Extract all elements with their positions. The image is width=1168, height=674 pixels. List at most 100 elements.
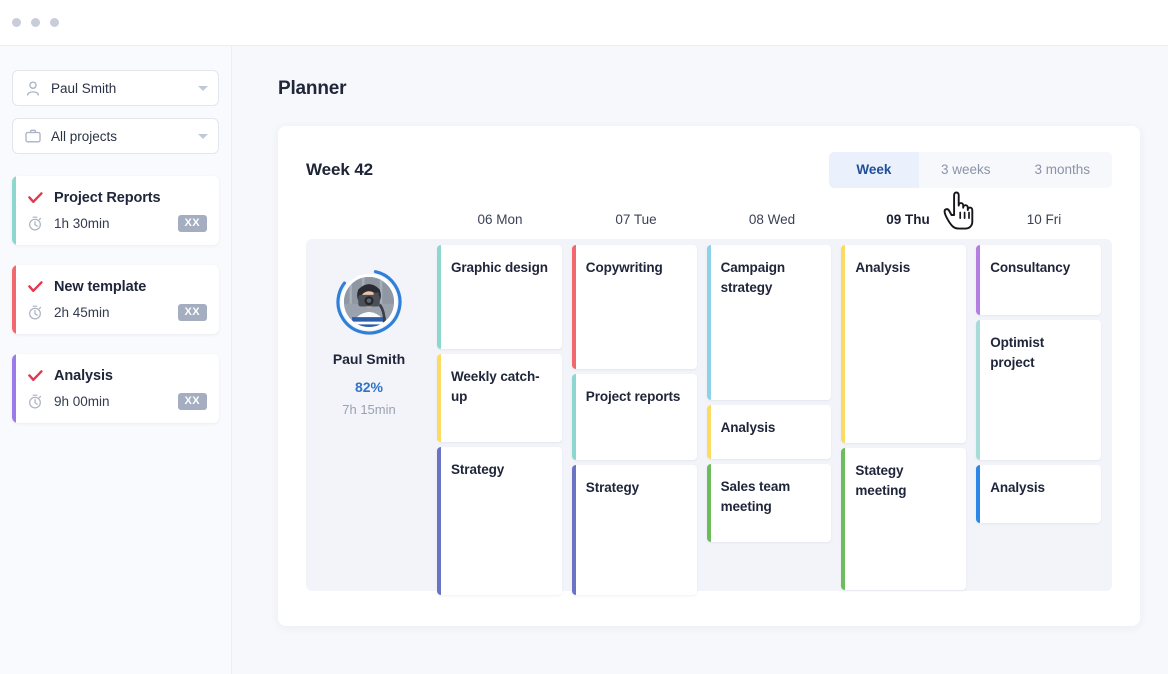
tab-3-weeks[interactable]: 3 weeks — [919, 152, 1013, 188]
task-title: New template — [54, 279, 146, 295]
check-icon — [28, 370, 44, 382]
event-card[interactable]: Consultancy — [976, 245, 1101, 315]
event-color-bar — [841, 448, 845, 590]
event-title: Copywriting — [586, 258, 687, 278]
task-card-list: Project Reports 1h 30min XX — [12, 176, 219, 423]
event-color-bar — [707, 405, 711, 459]
user-select-value: Paul Smith — [51, 81, 198, 96]
event-title: Campaign strategy — [721, 258, 822, 297]
day-header-spacer — [306, 212, 432, 227]
event-card[interactable]: Stategy meeting — [841, 448, 966, 590]
day-columns: Graphic design Weekly catch-up Strategy — [432, 239, 1112, 591]
event-color-bar — [572, 374, 576, 460]
profile-percent: 82% — [355, 379, 383, 395]
event-color-bar — [976, 245, 980, 315]
event-card[interactable]: Strategy — [572, 465, 697, 595]
planner-panel: Week 42 Week 3 weeks 3 months 06 Mon 07 … — [278, 126, 1140, 626]
page-title: Planner — [278, 78, 1140, 100]
event-card[interactable]: Analysis — [707, 405, 832, 459]
event-color-bar — [437, 245, 441, 349]
event-card[interactable]: Campaign strategy — [707, 245, 832, 400]
task-card-meta: 1h 30min XX — [28, 215, 207, 232]
status-badge[interactable]: XX — [178, 304, 207, 321]
task-title: Analysis — [54, 368, 113, 384]
event-card[interactable]: Analysis — [841, 245, 966, 443]
project-select[interactable]: All projects — [12, 118, 219, 154]
day-header-wed: 08 Wed — [704, 212, 840, 227]
event-color-bar — [437, 447, 441, 595]
range-tabs: Week 3 weeks 3 months — [829, 152, 1112, 188]
day-column-mon: Graphic design Weekly catch-up Strategy — [432, 245, 567, 585]
event-title: Strategy — [586, 478, 687, 498]
task-accent-bar — [12, 354, 16, 423]
task-duration: 9h 00min — [54, 394, 178, 409]
task-card-meta: 9h 00min XX — [28, 393, 207, 410]
event-card[interactable]: Copywriting — [572, 245, 697, 369]
day-header-fri: 10 Fri — [976, 212, 1112, 227]
event-title: Consultancy — [990, 258, 1091, 278]
check-icon — [28, 281, 44, 293]
event-color-bar — [572, 465, 576, 595]
task-accent-bar — [12, 265, 16, 334]
day-column-thu: Analysis Stategy meeting — [836, 245, 971, 585]
task-duration: 2h 45min — [54, 305, 178, 320]
event-title: Sales team meeting — [721, 477, 822, 516]
task-accent-bar — [12, 176, 16, 245]
app-shell: Paul Smith All projects Pr — [0, 46, 1168, 674]
main-content: Planner Week 42 Week 3 weeks 3 months 06… — [232, 46, 1168, 674]
event-title: Graphic design — [451, 258, 552, 278]
task-card-header: Project Reports — [28, 190, 207, 206]
event-card[interactable]: Weekly catch-up — [437, 354, 562, 442]
task-card-meta: 2h 45min XX — [28, 304, 207, 321]
tab-week[interactable]: Week — [829, 152, 919, 188]
event-color-bar — [976, 320, 980, 460]
window-dot-close[interactable] — [12, 18, 21, 27]
task-card[interactable]: Project Reports 1h 30min XX — [12, 176, 219, 245]
sidebar: Paul Smith All projects Pr — [0, 46, 232, 674]
event-color-bar — [707, 464, 711, 542]
avatar-progress-ring — [334, 267, 404, 337]
event-card[interactable]: Strategy — [437, 447, 562, 595]
week-label: Week 42 — [306, 160, 373, 180]
status-badge[interactable]: XX — [178, 215, 207, 232]
day-header-row: 06 Mon 07 Tue 08 Wed 09 Thu 10 Fri — [306, 212, 1112, 227]
chevron-down-icon — [198, 134, 208, 139]
user-select[interactable]: Paul Smith — [12, 70, 219, 106]
task-card[interactable]: New template 2h 45min XX — [12, 265, 219, 334]
event-color-bar — [841, 245, 845, 443]
day-header-mon: 06 Mon — [432, 212, 568, 227]
day-header-tue: 07 Tue — [568, 212, 704, 227]
window-controls — [12, 18, 59, 27]
user-icon — [25, 80, 41, 96]
event-color-bar — [976, 465, 980, 523]
event-color-bar — [572, 245, 576, 369]
status-badge[interactable]: XX — [178, 393, 207, 410]
profile-column: Paul Smith 82% 7h 15min — [306, 239, 432, 591]
profile-name: Paul Smith — [333, 351, 405, 367]
task-card[interactable]: Analysis 9h 00min XX — [12, 354, 219, 423]
event-title: Stategy meeting — [855, 461, 956, 500]
window-dot-minimize[interactable] — [31, 18, 40, 27]
event-title: Weekly catch-up — [451, 367, 552, 406]
event-card[interactable]: Optimist project — [976, 320, 1101, 460]
event-color-bar — [437, 354, 441, 442]
event-title: Strategy — [451, 460, 552, 480]
event-title: Analysis — [855, 258, 956, 278]
event-card[interactable]: Graphic design — [437, 245, 562, 349]
event-title: Project reports — [586, 387, 687, 407]
project-select-value: All projects — [51, 129, 198, 144]
event-card[interactable]: Project reports — [572, 374, 697, 460]
stopwatch-icon — [28, 394, 44, 409]
day-column-tue: Copywriting Project reports Strategy — [567, 245, 702, 585]
event-card[interactable]: Analysis — [976, 465, 1101, 523]
tab-3-months[interactable]: 3 months — [1012, 152, 1112, 188]
chevron-down-icon — [198, 86, 208, 91]
stopwatch-icon — [28, 305, 44, 320]
event-color-bar — [707, 245, 711, 400]
check-icon — [28, 192, 44, 204]
window-dot-maximize[interactable] — [50, 18, 59, 27]
avatar — [341, 274, 397, 330]
event-card[interactable]: Sales team meeting — [707, 464, 832, 542]
window-title-bar — [0, 0, 1168, 46]
day-column-fri: Consultancy Optimist project Analysis — [971, 245, 1106, 585]
